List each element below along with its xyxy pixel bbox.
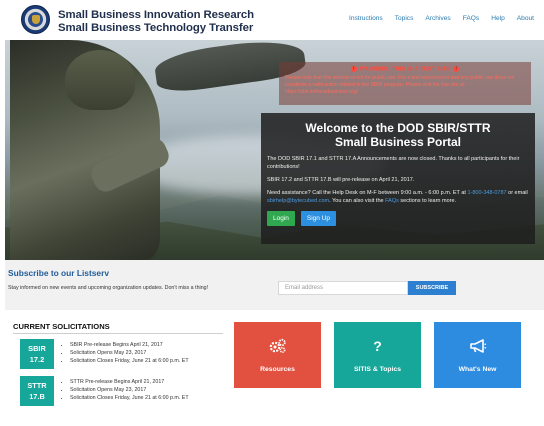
site-header: Small Business Innovation Research Small… [0,0,544,40]
nav-about[interactable]: About [517,15,534,22]
visit-text: . You can also visit the [329,198,384,204]
sbir-17-2-badge[interactable]: SBIR 17.2 [20,339,54,369]
site-title-line2[interactable]: Small Business Technology Transfer [58,22,253,34]
welcome-heading: Welcome to the DOD SBIR/STTR Small Busin… [267,121,529,149]
nav-faqs[interactable]: FAQs [463,15,480,22]
listserv-subtitle: Stay informed on new events and upcoming… [8,285,209,291]
welcome-paragraph-2: SBIR 17.2 and STTR 17.B will pre-release… [267,177,415,183]
badge-line1: SBIR [28,344,46,353]
sitis-topics-tile[interactable]: ? SITIS & Topics [334,322,421,388]
sitis-topics-label: SITIS & Topics [353,366,402,373]
top-nav: Instructions Topics Archives FAQs Help A… [349,15,534,22]
nav-archives[interactable]: Archives [425,15,450,22]
warning-icon-right: ! [453,66,460,72]
warning-title: WARNING: THIS IS A TEST SITE [359,66,451,73]
helmet-image [65,50,135,110]
learn-more-text: sections to learn more. [400,198,457,204]
login-button[interactable]: Login [267,211,295,226]
resources-label: Resources [260,366,295,373]
megaphone-icon [434,338,521,357]
resources-tile[interactable]: Resources [234,322,321,388]
whats-new-label: What's New [458,366,497,373]
help-email-link[interactable]: sbirhelp@bytecubed.com [267,198,329,204]
solicitations-divider [13,333,223,334]
list-item: Solicitation Closes Friday, June 21 at 6… [70,357,189,365]
list-item: STTR Pre-release Begins April 21, 2017 [70,378,189,386]
gears-icon [234,338,321,357]
welcome-heading-line2: Small Business Portal [334,135,462,149]
welcome-heading-line1: Welcome to the DOD SBIR/STTR [305,121,491,135]
list-item: Solicitation Closes Friday, June 21 at 6… [70,394,189,402]
listserv-section: Subscribe to our Listserv Stay informed … [5,260,544,310]
subscribe-button[interactable]: SUBSCRIBE [408,281,456,295]
sttr-17-b-dates: STTR Pre-release Begins April 21, 2017 S… [64,378,189,402]
dod-seal-logo[interactable] [21,5,50,34]
help-desk-phone-link[interactable]: 1-800-348-0787 [467,190,506,196]
nav-instructions[interactable]: Instructions [349,15,383,22]
badge-line2: 17.B [29,392,45,401]
nav-topics[interactable]: Topics [395,15,414,22]
hero-banner: ! WARNING: THIS IS A TEST SITE! Please no… [5,40,544,260]
email-input[interactable]: Email address [278,281,408,295]
list-item: SBIR Pre-release Begins April 21, 2017 [70,341,189,349]
nav-help[interactable]: Help [491,15,505,22]
whats-new-tile[interactable]: What's New [434,322,521,388]
badge-line2: 17.2 [29,355,45,364]
welcome-panel: Welcome to the DOD SBIR/STTR Small Busin… [261,113,535,244]
badge-line1: STTR [27,381,47,390]
question-icon: ? [373,338,382,354]
welcome-paragraph-1: The DOD SBIR 17.1 and STTR 17.A Announce… [267,156,520,170]
sttr-17-b-badge[interactable]: STTR 17.B [20,376,54,406]
signup-button[interactable]: Sign Up [300,211,337,226]
list-item: Solicitation Opens May 23, 2017 [70,386,189,394]
listserv-title: Subscribe to our Listserv [8,268,109,278]
help-desk-text: Need assistance? Call the Help Desk on M… [267,190,466,196]
auth-buttons: Login Sign Up [267,211,529,226]
warning-icon: ! [350,66,357,72]
list-item: Solicitation Opens May 23, 2017 [70,349,189,357]
faqs-link[interactable]: FAQs [385,198,399,204]
warning-text: Please note that this website is not for… [285,75,515,96]
welcome-paragraph-3: Need assistance? Call the Help Desk on M… [267,189,529,205]
site-title-line1[interactable]: Small Business Innovation Research [58,9,254,21]
test-site-warning: ! WARNING: THIS IS A TEST SITE! Please no… [279,62,531,105]
sbir-17-2-dates: SBIR Pre-release Begins April 21, 2017 S… [64,341,189,365]
solicitations-title: CURRENT SOLICITATIONS [13,322,110,331]
email-text: or email [508,190,528,196]
